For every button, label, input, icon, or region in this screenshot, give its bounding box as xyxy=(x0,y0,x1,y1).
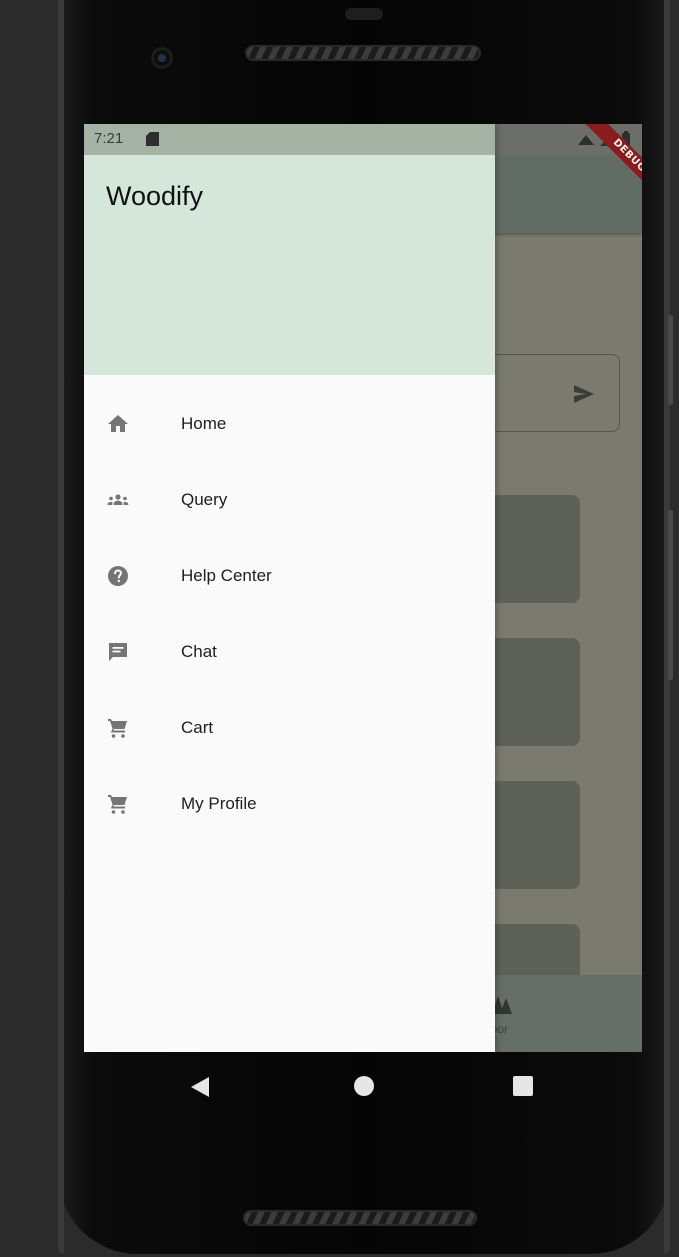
drawer-item-label: Cart xyxy=(181,718,214,737)
drawer-item-label: Chat xyxy=(181,642,217,661)
drawer-item-help-center[interactable]: Help Center xyxy=(84,544,495,608)
send-icon[interactable] xyxy=(572,382,596,406)
drawer-item-label: My Profile xyxy=(181,794,257,813)
drawer-item-my-profile[interactable]: My Profile xyxy=(84,772,495,836)
cart-icon xyxy=(108,719,127,738)
drawer-item-query[interactable]: Query xyxy=(84,468,495,532)
help-icon xyxy=(108,566,128,586)
drawer-item-chat[interactable]: Chat xyxy=(84,620,495,684)
phone-edge-left xyxy=(58,0,64,1254)
groups-icon xyxy=(107,494,129,505)
status-time: 7:21 xyxy=(94,130,124,147)
drawer-header: Woodify xyxy=(84,155,495,375)
drawer-item-label: Query xyxy=(181,490,228,509)
sd-card-icon xyxy=(146,132,159,146)
recents-icon[interactable] xyxy=(513,1076,533,1096)
back-icon[interactable] xyxy=(191,1077,209,1097)
bottom-speaker xyxy=(243,1210,477,1226)
drawer-item-cart[interactable]: Cart xyxy=(84,696,495,760)
status-bar: 7:21 xyxy=(84,124,495,155)
drawer-item-label: Help Center xyxy=(181,566,272,585)
navigation-drawer: 7:21 Woodify Home Query Help Center Chat… xyxy=(84,124,495,1052)
home-icon xyxy=(108,415,128,432)
volume-button xyxy=(668,510,673,680)
power-button xyxy=(668,315,673,405)
screen: + + + door DEBUG 7:21 Woodify Home xyxy=(84,124,642,1052)
cart-icon xyxy=(108,795,127,814)
chat-icon xyxy=(109,643,127,661)
camera-lens xyxy=(158,54,166,62)
home-circle-icon[interactable] xyxy=(354,1076,374,1096)
drawer-item-label: Home xyxy=(181,414,227,433)
top-sensor xyxy=(345,8,383,20)
drawer-title: Woodify xyxy=(106,181,204,211)
top-speaker xyxy=(245,45,481,61)
drawer-item-home[interactable]: Home xyxy=(84,392,495,456)
